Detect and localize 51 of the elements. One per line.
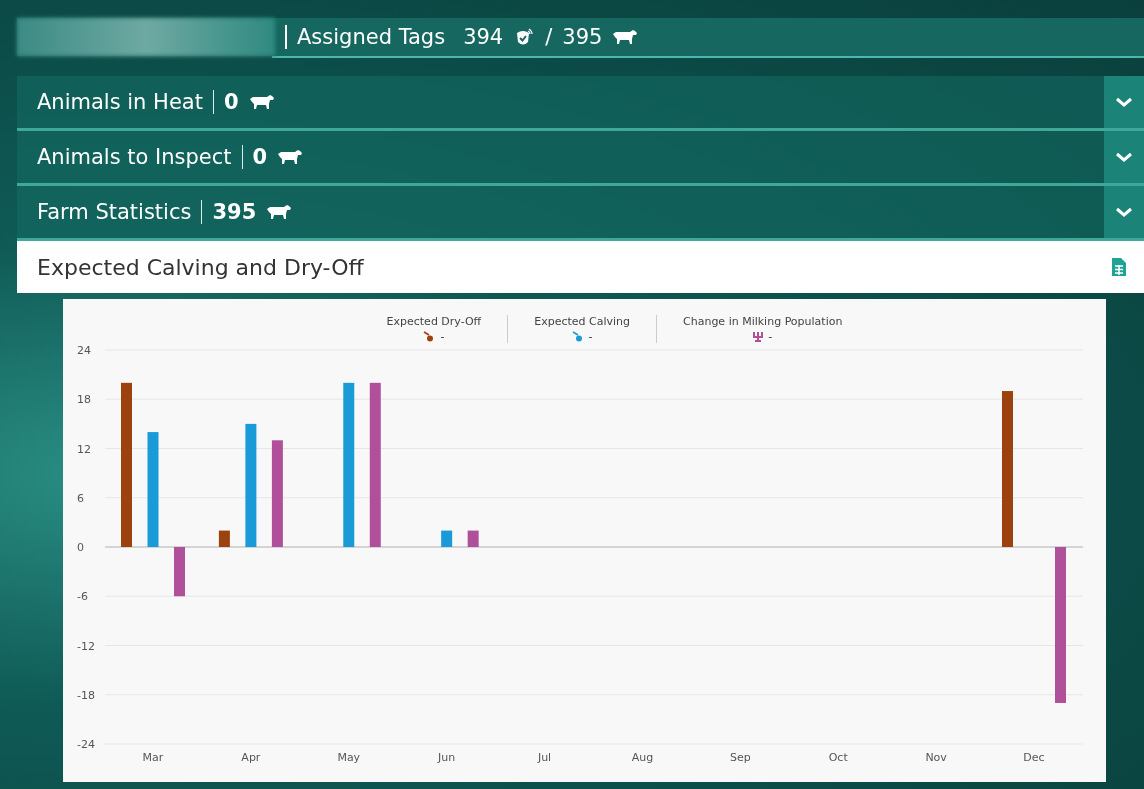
section-title: Animals in Heat [37,90,203,114]
header-title: Assigned Tags [297,25,446,49]
axis-tick-label: 12 [77,442,91,456]
legend-label: Expected Calving [534,315,630,328]
month-label: Sep [729,751,751,764]
legend-label: Expected Dry-Off [386,315,482,328]
month-label: Dec [1023,751,1045,764]
month-label: Jun [438,751,456,764]
cow-icon [266,204,293,220]
axis-tick-label: 0 [77,541,84,554]
bar [174,547,185,597]
axis-tick-label: 24 [77,344,91,357]
expand-button[interactable] [1104,186,1144,238]
bar [467,530,479,547]
bar [218,530,230,547]
chevron-down-icon [1115,206,1133,218]
month-label: May [337,751,361,764]
chevron-down-icon [1115,96,1133,108]
month-label: Apr [241,751,261,764]
axis-tick-label: -12 [77,639,95,653]
axis-tick-label: -24 [77,738,95,751]
axis-tick-label: -18 [77,688,95,702]
axis-tick-label: 6 [77,491,84,505]
month-label: Aug [631,751,654,764]
animal-count: 395 [562,25,603,49]
spreadsheet-icon[interactable] [1112,258,1126,276]
panel-title: Expected Calving and Dry-Off [37,254,364,280]
axis-tick-label: 18 [77,393,91,407]
expand-button[interactable] [1104,76,1144,128]
month-label: Nov [925,751,947,764]
section-count: 395 [212,200,257,224]
section-count: 0 [223,90,239,114]
legend-label: Change in Milking Population [683,315,843,328]
bar [441,530,453,547]
chevron-down-icon [1115,151,1133,163]
axis-tick-label: -6 [77,590,88,604]
cow-icon [277,149,304,165]
section-title: Farm Statistics [37,200,192,224]
section-title: Animals to Inspect [37,145,232,169]
month-label: Jul [537,751,552,764]
legend-value: - [588,330,593,343]
count-separator: / [545,25,553,49]
month-label: Mar [142,751,164,764]
cow-icon [248,94,275,110]
legend-value: - [440,330,445,343]
cow-icon [612,29,639,45]
expand-button[interactable] [1104,131,1144,183]
tag-count: 394 [463,25,504,49]
month-label: Oct [828,751,848,764]
legend-value: - [768,330,773,343]
section-count: 0 [252,145,268,169]
